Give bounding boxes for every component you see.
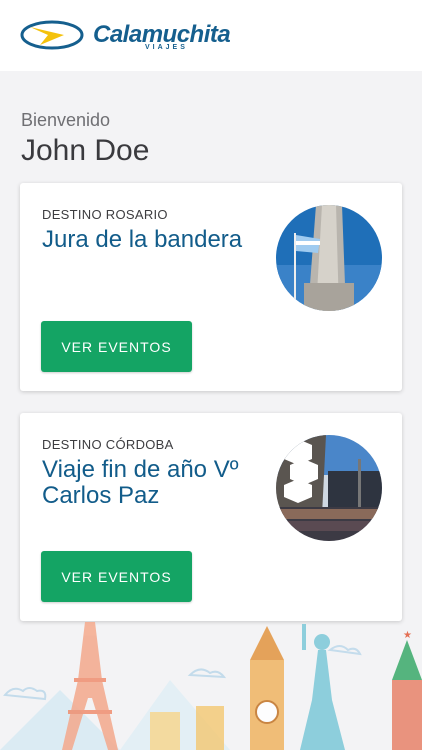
- ver-eventos-button[interactable]: VER EVENTOS: [41, 551, 192, 602]
- brand-subtitle: VIAJES: [145, 44, 188, 51]
- calamuchita-logo-icon: [20, 20, 84, 50]
- group-photo: [276, 435, 382, 541]
- svg-text:★: ★: [403, 630, 412, 641]
- card-title: Viaje fin de año Vº Carlos Paz: [42, 456, 239, 509]
- landmarks-illustration-icon: ★: [0, 622, 422, 750]
- card-destination: DESTINO CÓRDOBA: [42, 437, 174, 452]
- event-card-cordoba[interactable]: DESTINO CÓRDOBA Viaje fin de año Vº Carl…: [20, 413, 402, 621]
- ver-eventos-button[interactable]: VER EVENTOS: [41, 321, 192, 372]
- user-name: John Doe: [21, 134, 150, 167]
- app-header: Calamuchita VIAJES: [0, 0, 422, 71]
- card-destination: DESTINO ROSARIO: [42, 207, 168, 222]
- event-card-rosario[interactable]: DESTINO ROSARIO Jura de la bandera VER E…: [20, 183, 402, 391]
- monument-flag-photo: [276, 205, 382, 311]
- card-title: Jura de la bandera: [42, 226, 243, 253]
- welcome-label: Bienvenido: [21, 110, 111, 130]
